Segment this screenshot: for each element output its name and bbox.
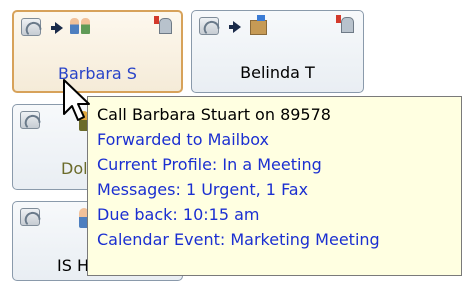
contact-name: Barbara S — [58, 64, 137, 83]
mouse-cursor-icon — [63, 79, 90, 121]
contact-name: Belinda T — [240, 63, 315, 82]
mailbox-icon[interactable] — [336, 15, 356, 33]
building-icon — [248, 15, 268, 35]
phone-icon[interactable] — [20, 111, 40, 129]
forward-arrow-icon — [229, 21, 241, 33]
phone-icon[interactable] — [20, 208, 40, 226]
mailbox-icon[interactable] — [154, 16, 174, 34]
tooltip-profile-line: Current Profile: In a Meeting — [97, 155, 322, 174]
contact-tile-barbara[interactable]: Barbara S — [12, 10, 183, 93]
phone-icon[interactable] — [199, 17, 219, 35]
phone-icon[interactable] — [21, 18, 41, 36]
contact-tile-belinda[interactable]: Belinda T — [191, 10, 364, 93]
tooltip-forwarded-line: Forwarded to Mailbox — [97, 130, 269, 149]
contact-tooltip: Call Barbara Stuart on 89578 Forwarded t… — [87, 96, 462, 276]
tooltip-call-line[interactable]: Call Barbara Stuart on 89578 — [97, 102, 461, 127]
tooltip-messages-line: Messages: 1 Urgent, 1 Fax — [97, 180, 309, 199]
tooltip-calendar-line: Calendar Event: Marketing Meeting — [97, 230, 380, 249]
tooltip-due-back-line: Due back: 10:15 am — [97, 205, 260, 224]
forward-arrow-icon — [51, 22, 63, 34]
people-icon — [70, 18, 92, 36]
